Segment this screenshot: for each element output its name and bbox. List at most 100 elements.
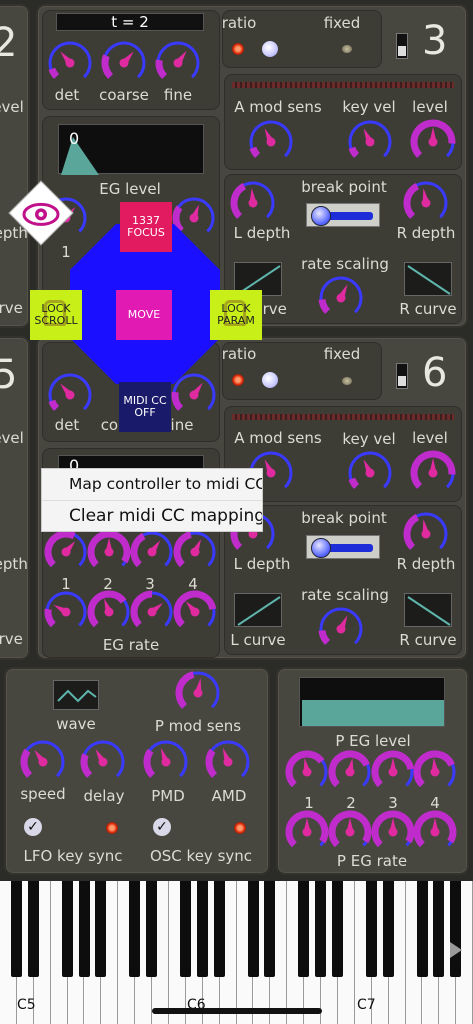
op3-breakpoint-slider[interactable] <box>306 203 380 227</box>
midi-cc-label: MIDI CC OFF <box>123 394 167 419</box>
op3-rcurve-label: R curve <box>399 300 457 318</box>
piano-black-key[interactable] <box>433 881 445 977</box>
key-label-c7: C7 <box>357 997 376 1013</box>
op6-eg-rate-label: EG rate <box>102 636 160 654</box>
op6-ratio-led[interactable] <box>232 374 244 386</box>
op6-rdepth-knob[interactable] <box>400 508 452 560</box>
lfo-pmd-knob[interactable] <box>140 736 192 788</box>
pitch-eg-knob-4[interactable] <box>410 747 460 797</box>
lfo-pmd-label: PMD <box>151 787 185 805</box>
left-partial-label: urve <box>0 299 23 317</box>
op6-lcurve-display[interactable] <box>234 593 282 627</box>
op6-breakpoint-label: break point <box>301 509 387 527</box>
op3-keyvel-knob[interactable] <box>344 116 396 168</box>
lock-scroll-button[interactable]: LOCK SCROLL <box>30 290 82 340</box>
op6-keyvel-knob[interactable] <box>344 447 396 499</box>
home-indicator <box>152 1008 322 1014</box>
piano-black-key[interactable] <box>213 881 225 977</box>
op3-toggle-switch[interactable] <box>396 33 408 59</box>
context-menu: Map controller to midi CC for… Clear mid… <box>41 468 263 532</box>
op3-keyvel-label: key vel <box>342 98 396 116</box>
piano-black-key[interactable] <box>146 881 158 977</box>
op3-eg-level-label: EG level <box>99 180 161 198</box>
lfo-amd-label: AMD <box>211 787 247 805</box>
op3-fixed-label: fixed <box>323 14 361 32</box>
menu-item-clear-cc[interactable]: Clear midi CC mapping <box>42 500 262 531</box>
left-partial-label: level <box>0 429 24 447</box>
osc-keysync-check[interactable]: ✓ <box>153 818 171 836</box>
op3-amod-label: A mod sens <box>234 98 322 116</box>
lfo-delay-knob[interactable] <box>77 736 129 788</box>
op6-level-knob[interactable] <box>407 447 459 499</box>
op3-ratio-led[interactable] <box>232 43 244 55</box>
piano-black-key[interactable] <box>179 881 191 977</box>
move-button[interactable]: MOVE <box>116 290 172 340</box>
piano-keyboard[interactable] <box>0 881 473 1024</box>
op3-det-knob[interactable] <box>44 37 96 89</box>
op3-ldepth-knob[interactable] <box>227 177 279 229</box>
op6-ratio-indicator[interactable] <box>262 372 278 388</box>
op6-fixed-led[interactable] <box>342 377 352 385</box>
op3-fine-knob[interactable] <box>152 37 204 89</box>
op6-rcurve-label: R curve <box>399 631 457 649</box>
piano-black-key[interactable] <box>27 881 39 977</box>
piano-black-key[interactable] <box>129 881 141 977</box>
lfo-pmodsens-label: P mod sens <box>154 717 242 735</box>
lfo-keysync-check[interactable]: ✓ <box>24 818 42 836</box>
op6-led-meter <box>232 414 454 420</box>
lfo-amd-knob[interactable] <box>202 736 254 788</box>
piano-black-key[interactable] <box>61 881 73 977</box>
osc-keysync-led <box>234 822 246 834</box>
piano-black-key[interactable] <box>315 881 327 977</box>
pitch-eg-rate-knob-4[interactable] <box>410 807 460 857</box>
osc-keysync-label: OSC key sync <box>149 847 253 865</box>
menu-item-map-cc[interactable]: Map controller to midi CC for… <box>42 469 262 500</box>
op3-ratio-label: ratio <box>221 14 257 32</box>
op3-ratescaling-knob[interactable] <box>315 272 367 324</box>
lfo-pmodsens-knob[interactable] <box>172 667 224 719</box>
op3-number: 3 <box>422 18 448 64</box>
piano-black-key[interactable] <box>95 881 107 977</box>
focus-button[interactable]: 1337 FOCUS <box>120 202 172 252</box>
op6-number: 6 <box>422 350 448 396</box>
op3-ratescaling-label: rate scaling <box>301 255 389 273</box>
scroll-right-arrow-icon[interactable] <box>450 942 462 958</box>
op6-eg-knob-4[interactable] <box>170 527 220 577</box>
piano-black-key[interactable] <box>416 881 428 977</box>
piano-black-key[interactable] <box>196 881 208 977</box>
op6-toggle-switch[interactable] <box>396 363 408 389</box>
midi-cc-button[interactable]: MIDI CC OFF <box>119 382 171 432</box>
op3-rcurve-display[interactable] <box>404 262 452 296</box>
left-partial-label: depth <box>0 555 28 573</box>
op3-amod-knob[interactable] <box>245 116 297 168</box>
op6-breakpoint-slider[interactable] <box>306 535 380 559</box>
op3-lcd: t = 2 <box>56 13 204 31</box>
piano-black-key[interactable] <box>10 881 22 977</box>
lfo-keysync-led <box>106 822 118 834</box>
piano-black-key[interactable] <box>450 881 462 977</box>
piano-black-key[interactable] <box>264 881 276 977</box>
op3-breakpoint-label: break point <box>301 178 387 196</box>
op3-ratio-indicator[interactable] <box>262 41 278 57</box>
piano-black-key[interactable] <box>78 881 90 977</box>
op3-fixed-led[interactable] <box>342 45 352 53</box>
op3-level-knob[interactable] <box>407 116 459 168</box>
piano-black-key[interactable] <box>332 881 343 977</box>
lfo-speed-knob[interactable] <box>17 736 69 788</box>
op3-coarse-knob[interactable] <box>98 37 150 89</box>
left-partial-number-bottom: 5 <box>0 352 18 398</box>
op6-rate-knob-4[interactable] <box>170 587 220 637</box>
left-partial-label: urve <box>0 630 23 648</box>
op3-rdepth-knob[interactable] <box>400 177 452 229</box>
op3-eg-display: 0 <box>58 124 204 175</box>
piano-black-key[interactable] <box>247 881 259 977</box>
op6-keyvel-label: key vel <box>342 430 396 448</box>
op6-rcurve-display[interactable] <box>404 593 452 627</box>
op6-ratescaling-knob[interactable] <box>315 603 367 655</box>
op6-fixed-label: fixed <box>323 345 361 363</box>
lfo-wave-display[interactable] <box>53 680 99 710</box>
piano-black-key[interactable] <box>298 881 310 977</box>
piano-black-key[interactable] <box>382 881 394 977</box>
piano-black-key[interactable] <box>365 881 377 977</box>
lock-param-button[interactable]: LOCK PARAM <box>210 290 262 340</box>
